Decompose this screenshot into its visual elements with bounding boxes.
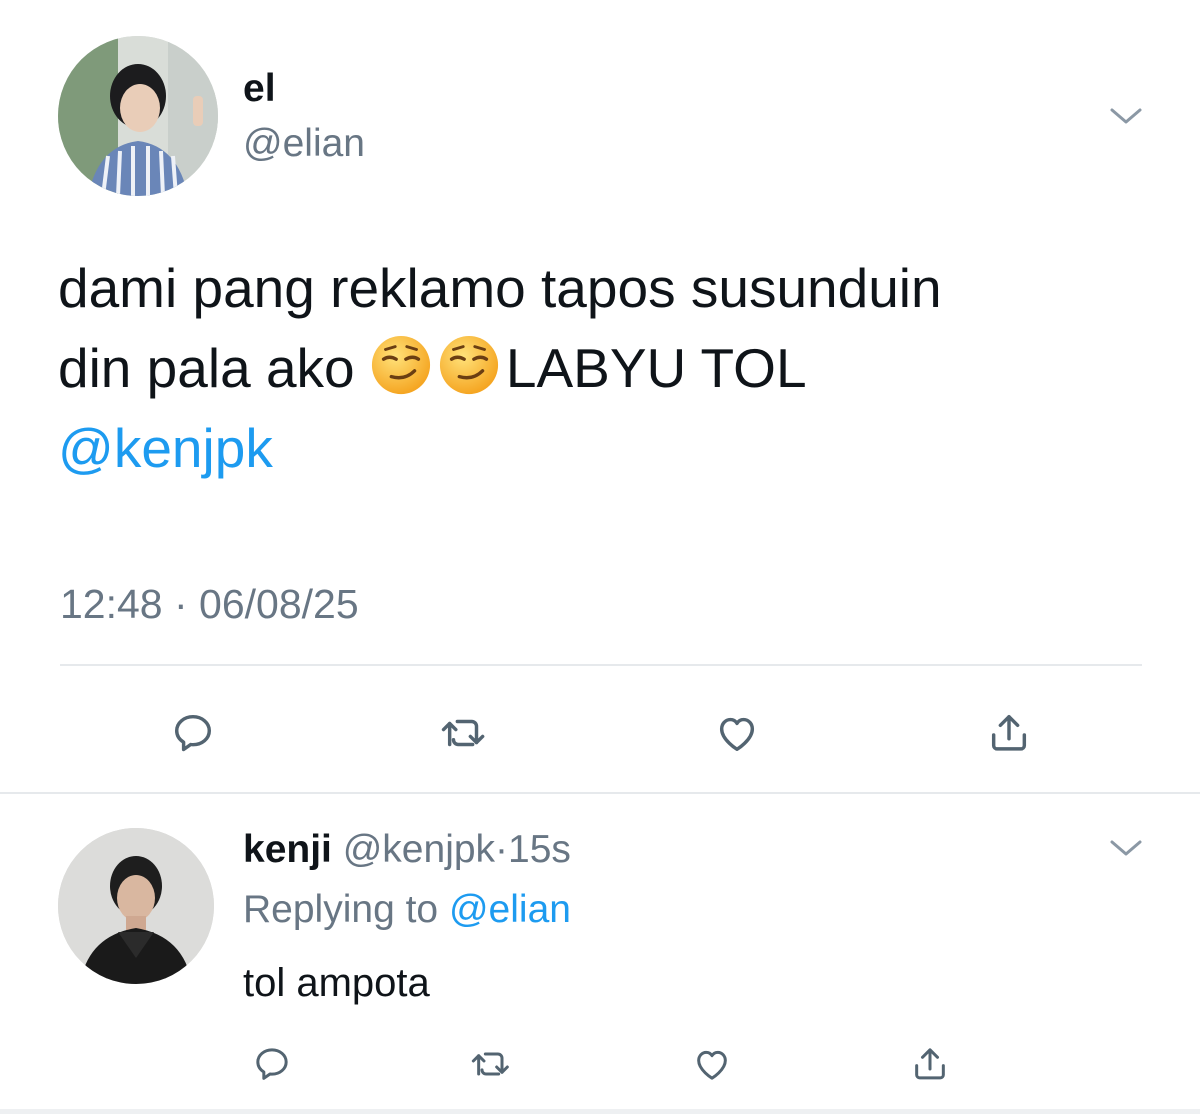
reply-button[interactable]: [160, 700, 226, 766]
reply-icon: [174, 714, 212, 752]
retweet-icon: [441, 719, 485, 747]
author-avatar[interactable]: [58, 36, 218, 196]
divider: [0, 792, 1200, 794]
reply-time[interactable]: 15s: [508, 828, 571, 871]
retweet-button[interactable]: [464, 1036, 520, 1092]
share-icon: [991, 714, 1027, 751]
tweet-text-segment: LABYU TOL: [505, 337, 807, 399]
reply-button[interactable]: [244, 1036, 300, 1092]
reply-author-display-name[interactable]: kenji: [243, 828, 332, 871]
tweet-text-line-1: dami pang reklamo tapos susunduin: [58, 257, 942, 319]
like-button[interactable]: [704, 700, 770, 766]
retweet-icon: [471, 1052, 509, 1076]
author-display-name[interactable]: el: [243, 66, 276, 112]
reply-author-handle[interactable]: @kenjpk: [343, 828, 495, 871]
mention-link[interactable]: @kenjpk: [58, 417, 273, 479]
smirk-emoji: [371, 335, 430, 395]
chevron-down-icon[interactable]: [1106, 836, 1146, 860]
separator: ·: [495, 828, 509, 871]
author-handle[interactable]: @elian: [243, 121, 365, 167]
reply-author-avatar[interactable]: [58, 828, 214, 984]
tweet-text-segment: din pala ako: [58, 337, 355, 399]
reply-text: tol ampota: [243, 961, 430, 1005]
avatar-photo: [58, 828, 214, 984]
share-button[interactable]: [976, 700, 1042, 766]
retweet-button[interactable]: [432, 700, 498, 766]
tweet-text: dami pang reklamo tapos susunduin din pa…: [58, 248, 1148, 488]
tweet-text-line-2: din pala ako LABYU TOL: [58, 328, 1148, 408]
avatar-photo: [58, 36, 218, 196]
share-icon: [915, 1048, 945, 1080]
replying-to-label: Replying to: [243, 888, 439, 931]
reply-icon: [256, 1048, 288, 1080]
smirk-emoji: [439, 335, 498, 395]
like-icon: [719, 717, 755, 752]
chevron-down-icon[interactable]: [1106, 104, 1146, 128]
like-button[interactable]: [684, 1036, 740, 1092]
reply-header: kenji @kenjpk·15s: [243, 826, 571, 874]
divider: [0, 1109, 1200, 1114]
share-button[interactable]: [902, 1036, 958, 1092]
replying-to-mention[interactable]: @elian: [449, 888, 571, 931]
like-icon: [697, 1050, 727, 1080]
divider: [60, 664, 1142, 666]
tweet-timestamp[interactable]: 12:48 · 06/08/25: [60, 580, 359, 628]
replying-to-line: Replying to @elian: [243, 886, 571, 934]
